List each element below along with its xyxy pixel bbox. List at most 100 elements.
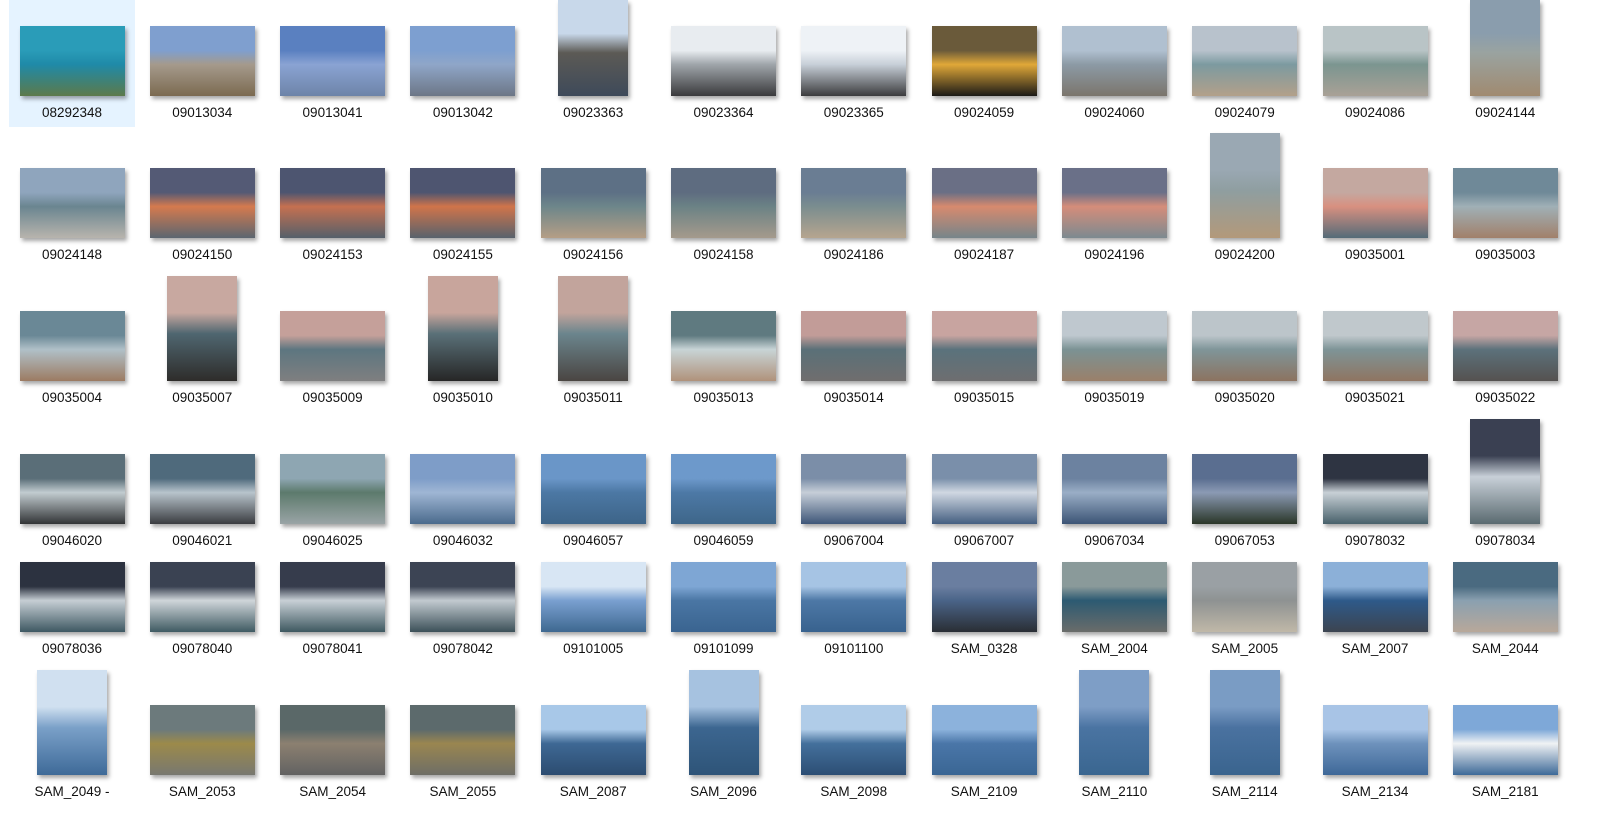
file-item[interactable]: 09101099 (661, 522, 787, 663)
file-item[interactable]: 09024156 (530, 128, 656, 269)
file-item[interactable]: 09024079 (1182, 0, 1308, 127)
file-name: SAM_2005 (1211, 641, 1279, 656)
file-item[interactable]: 09023363 (530, 0, 656, 127)
image-thumbnail (1061, 311, 1167, 381)
file-item[interactable]: 09035019 (1051, 271, 1177, 412)
file-item[interactable]: 09035021 (1312, 271, 1438, 412)
file-item[interactable]: 09035001 (1312, 128, 1438, 269)
image-thumbnail (280, 454, 386, 524)
file-item[interactable]: 09035022 (1442, 271, 1568, 412)
file-item[interactable]: 09013041 (270, 0, 396, 127)
file-item[interactable]: SAM_0328 (921, 522, 1047, 663)
file-name: 09078036 (41, 641, 103, 656)
file-name: 09101100 (824, 641, 884, 656)
file-item[interactable]: 09024196 (1051, 128, 1177, 269)
image-thumbnail (801, 311, 907, 381)
file-name: 09078041 (302, 641, 363, 656)
image-thumbnail (540, 454, 646, 524)
file-item[interactable]: 09101100 (791, 522, 917, 663)
file-item[interactable]: 08292348 (9, 0, 135, 127)
file-item[interactable]: SAM_2109 (921, 665, 1047, 806)
file-item[interactable]: 09024086 (1312, 0, 1438, 127)
file-name: 09024144 (1475, 105, 1536, 120)
file-item[interactable]: SAM_2110 (1051, 665, 1177, 806)
file-item[interactable]: 09023365 (791, 0, 917, 127)
file-name: SAM_0328 (950, 641, 1018, 656)
file-item[interactable]: SAM_2044 (1442, 522, 1568, 663)
file-name: 09035010 (432, 390, 493, 405)
file-item[interactable]: 09024200 (1182, 128, 1308, 269)
file-name: 08292348 (41, 105, 103, 120)
file-item[interactable]: SAM_2007 (1312, 522, 1438, 663)
file-name: SAM_2098 (820, 784, 888, 799)
file-item[interactable]: 09024059 (921, 0, 1047, 127)
file-item[interactable]: 09024148 (9, 128, 135, 269)
file-name: 09013042 (432, 105, 493, 120)
image-thumbnail (149, 562, 255, 632)
file-item[interactable]: 09035015 (921, 271, 1047, 412)
image-thumbnail (1322, 168, 1428, 238)
file-item[interactable]: 09035003 (1442, 128, 1568, 269)
image-thumbnail (1061, 26, 1167, 96)
file-item[interactable]: 09035020 (1182, 271, 1308, 412)
file-item[interactable]: 09024187 (921, 128, 1047, 269)
file-name: 09024196 (1084, 247, 1145, 262)
image-thumbnail (671, 454, 776, 524)
file-item[interactable]: 09023364 (661, 0, 787, 127)
file-item[interactable]: 09035010 (400, 271, 526, 412)
image-thumbnail (540, 562, 646, 632)
file-item[interactable]: 09078042 (400, 522, 526, 663)
file-item[interactable]: 09024186 (791, 128, 917, 269)
file-item[interactable]: 09013034 (139, 0, 265, 127)
image-thumbnail (688, 670, 759, 775)
image-thumbnail (1452, 168, 1558, 238)
file-item[interactable]: 09035013 (661, 271, 787, 412)
file-name: 09035014 (823, 390, 884, 405)
file-item[interactable]: 09024153 (270, 128, 396, 269)
file-item[interactable]: 09024158 (661, 128, 787, 269)
file-item[interactable]: SAM_2054 (270, 665, 396, 806)
image-thumbnail (801, 562, 907, 632)
image-thumbnail (801, 168, 907, 238)
file-name: 09024187 (954, 247, 1015, 262)
file-item[interactable]: SAM_2114 (1182, 665, 1308, 806)
file-name: 09035004 (41, 390, 103, 405)
file-item[interactable]: 09101005 (530, 522, 656, 663)
file-item[interactable]: SAM_2053 (139, 665, 265, 806)
file-item[interactable]: SAM_2134 (1312, 665, 1438, 806)
file-name: 09078040 (172, 641, 233, 656)
file-item[interactable]: 09024060 (1051, 0, 1177, 127)
file-item[interactable]: 09024155 (400, 128, 526, 269)
file-item[interactable]: SAM_2181 (1442, 665, 1568, 806)
image-thumbnail (671, 26, 776, 96)
file-item[interactable]: 09035004 (9, 271, 135, 412)
file-name: 09035001 (1344, 247, 1406, 262)
image-thumbnail (37, 670, 107, 775)
file-item[interactable]: SAM_2055 (400, 665, 526, 806)
image-thumbnail (410, 705, 516, 775)
file-name: SAM_2096 (690, 784, 757, 799)
file-name: SAM_2181 (1471, 784, 1539, 799)
file-item[interactable]: 09035007 (139, 271, 265, 412)
file-item[interactable]: 09078040 (139, 522, 265, 663)
file-name: 09024158 (693, 247, 754, 262)
file-item[interactable]: SAM_2049 - (9, 665, 135, 806)
file-item[interactable]: SAM_2098 (791, 665, 917, 806)
file-item[interactable]: 09013042 (400, 0, 526, 127)
file-name: 09024153 (302, 247, 363, 262)
file-item[interactable]: 09035014 (791, 271, 917, 412)
file-item[interactable]: 09024150 (139, 128, 265, 269)
file-item[interactable]: 09078041 (270, 522, 396, 663)
file-item[interactable]: SAM_2005 (1182, 522, 1308, 663)
file-item[interactable]: SAM_2004 (1051, 522, 1177, 663)
file-item[interactable]: 09024144 (1442, 0, 1568, 127)
file-name: 09024148 (41, 247, 103, 262)
file-item[interactable]: 09035011 (530, 271, 656, 412)
file-item[interactable]: 09035009 (270, 271, 396, 412)
file-name: 09035003 (1475, 247, 1536, 262)
file-item[interactable]: SAM_2087 (530, 665, 656, 806)
file-item[interactable]: 09078036 (9, 522, 135, 663)
file-item[interactable]: SAM_2096 (661, 665, 787, 806)
image-thumbnail (671, 311, 776, 381)
image-thumbnail (671, 562, 776, 632)
